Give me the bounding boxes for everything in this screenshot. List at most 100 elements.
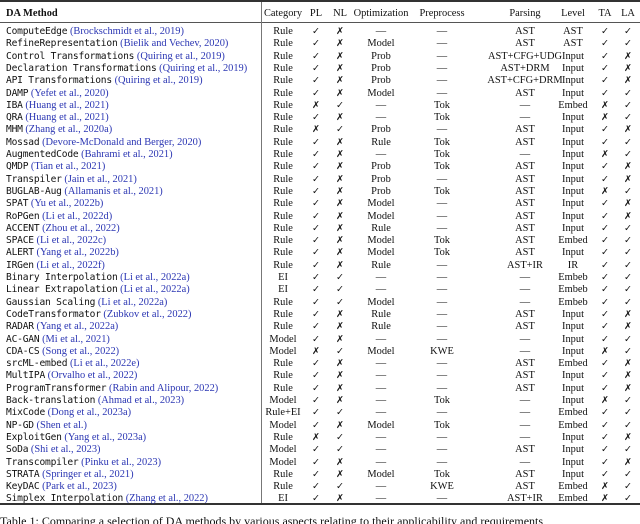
citation-link[interactable]: (Quiring et al., 2019) bbox=[159, 63, 247, 74]
preprocess-cell: — bbox=[436, 370, 448, 382]
citation-link[interactable]: (Shi et al., 2023) bbox=[31, 444, 101, 455]
level-cell: Embed bbox=[558, 358, 588, 370]
ta-cell: ✗ bbox=[601, 112, 609, 124]
nl-cell: ✗ bbox=[336, 395, 344, 406]
level-cell: Embed bbox=[558, 99, 588, 111]
citation-link[interactable]: (Springer et al., 2021) bbox=[42, 469, 133, 480]
citation-link[interactable]: (Li et al., 2022f) bbox=[37, 260, 105, 271]
level-cell: Input bbox=[562, 431, 584, 443]
citation-link[interactable]: (Tian et al., 2021) bbox=[31, 161, 105, 172]
citation-link[interactable]: (Zhou et al., 2022) bbox=[42, 223, 120, 234]
citation-link[interactable]: (Huang et al., 2021) bbox=[25, 100, 108, 111]
nl-cell: ✗ bbox=[336, 38, 344, 50]
table-row: NP-GD (Shen et al.) Model ✓ ✗ Model Tok — Embed… bbox=[0, 420, 640, 432]
nl-cell: ✗ bbox=[336, 382, 344, 394]
citation-link[interactable]: (Yefet et al., 2020) bbox=[31, 88, 109, 99]
optimization-cell: Rule bbox=[371, 259, 391, 271]
citation-link[interactable]: (Song et al., 2022) bbox=[42, 346, 119, 357]
citation-link[interactable]: (Mi et al., 2021) bbox=[42, 334, 110, 345]
citation-link[interactable]: (Rabin and Alipour, 2022) bbox=[109, 383, 218, 394]
preprocess-cell: — bbox=[436, 308, 448, 320]
citation-link[interactable]: (Dong et al., 2023a) bbox=[48, 407, 131, 418]
pl-cell: ✓ bbox=[312, 62, 320, 74]
ta-cell: ✓ bbox=[601, 50, 609, 62]
table-row: AC-GAN (Mi et al., 2021) Model ✓ ✗ — — — Input ✓… bbox=[0, 334, 640, 346]
la-cell: ✓ bbox=[624, 444, 632, 456]
citation-link[interactable]: (Shen et al.) bbox=[37, 420, 88, 431]
table-row: MultIPA (Orvalho et al., 2022) Rule ✓ ✗ — — AS… bbox=[0, 370, 640, 382]
citation-link[interactable]: (Yang et al., 2023a) bbox=[64, 432, 146, 443]
method-name: Linear Extrapolation bbox=[6, 284, 118, 296]
parsing-cell: AST bbox=[515, 222, 535, 234]
table-row: Back-translation (Ahmad et al., 2023) Mod… bbox=[0, 395, 640, 407]
method-cell: Transpiler (Jain et al., 2021) bbox=[6, 174, 137, 186]
citation-link[interactable]: (Li et al., 2022e) bbox=[70, 358, 140, 369]
citation-link[interactable]: (Zhang et al., 2022) bbox=[126, 493, 208, 504]
nl-cell: ✗ bbox=[336, 136, 344, 148]
citation-link[interactable]: (Bielik and Vechev, 2020) bbox=[120, 38, 228, 49]
nl-cell: ✗ bbox=[336, 210, 344, 222]
citation-link[interactable]: (Pinku et al., 2023) bbox=[81, 457, 161, 468]
category-cell: Rule bbox=[273, 99, 293, 111]
citation-link[interactable]: (Huang et al., 2021) bbox=[25, 112, 108, 123]
preprocess-cell: — bbox=[436, 75, 448, 87]
la-cell: ✓ bbox=[624, 149, 632, 160]
pl-cell: ✓ bbox=[312, 149, 320, 160]
citation-link[interactable]: (Quiring et al., 2019) bbox=[137, 51, 225, 62]
citation-link[interactable]: (Devore-McDonald and Berger, 2020) bbox=[42, 137, 201, 148]
citation-link[interactable]: (Li et al., 2022c) bbox=[37, 235, 107, 246]
citation-link[interactable]: (Ahmad et al., 2023) bbox=[98, 395, 184, 406]
ta-cell: ✓ bbox=[601, 173, 609, 185]
optimization-cell: Model bbox=[367, 419, 395, 431]
citation-link[interactable]: (Brockschmidt et al., 2019) bbox=[70, 26, 184, 37]
citation-link[interactable]: (Yang et al., 2022b) bbox=[37, 247, 119, 258]
parsing-cell: AST bbox=[515, 444, 535, 456]
preprocess-cell: Tok bbox=[433, 136, 451, 148]
citation-link[interactable]: (Yang et al., 2022a) bbox=[37, 321, 119, 332]
ta-cell: ✓ bbox=[601, 222, 609, 234]
method-cell: BUGLAB-Aug (Allamanis et al., 2021) bbox=[6, 186, 163, 198]
citation-link[interactable]: (Li et al., 2022a) bbox=[120, 272, 190, 283]
ta-cell: ✓ bbox=[601, 468, 609, 480]
method-name: ALERT bbox=[6, 247, 34, 259]
parsing-cell: AST+IR bbox=[507, 493, 543, 505]
parsing-cell: — bbox=[519, 296, 531, 308]
method-cell: STRATA (Springer et al., 2021) bbox=[6, 469, 134, 481]
optimization-cell: — bbox=[375, 395, 387, 406]
citation-link[interactable]: (Orvalho et al., 2022) bbox=[48, 370, 138, 381]
citation-link[interactable]: (Park et al., 2023) bbox=[42, 481, 117, 492]
citation-link[interactable]: (Quiring et al., 2019) bbox=[115, 75, 203, 86]
level-cell: Embeb bbox=[558, 296, 588, 308]
method-cell: ALERT (Yang et al., 2022b) bbox=[6, 247, 119, 259]
citation-link[interactable]: (Bahrami et al., 2021) bbox=[81, 149, 172, 160]
method-cell: Linear Extrapolation (Li et al., 2022a) bbox=[6, 284, 190, 296]
optimization-cell: Prob bbox=[371, 185, 391, 197]
ta-cell: ✓ bbox=[601, 210, 609, 222]
nl-cell: ✗ bbox=[336, 26, 344, 37]
parsing-cell: — bbox=[519, 407, 531, 419]
level-cell: Embed bbox=[558, 235, 588, 247]
citation-link[interactable]: (Zhang et al., 2020a) bbox=[25, 124, 112, 135]
preprocess-cell: — bbox=[436, 284, 448, 296]
citation-link[interactable]: (Allamanis et al., 2021) bbox=[64, 186, 162, 197]
optimization-cell: Prob bbox=[371, 124, 391, 136]
citation-link[interactable]: (Jain et al., 2021) bbox=[64, 174, 136, 185]
nl-cell: ✗ bbox=[336, 222, 344, 234]
citation-link[interactable]: (Li et al., 2022a) bbox=[98, 297, 168, 308]
citation-link[interactable]: (Li et al., 2022d) bbox=[42, 211, 112, 222]
parsing-cell: AST bbox=[515, 481, 535, 493]
citation-link[interactable]: (Zubkov et al., 2022) bbox=[103, 309, 191, 320]
nl-cell: ✗ bbox=[336, 308, 344, 320]
ta-cell: ✓ bbox=[601, 296, 609, 308]
citation-link[interactable]: (Li et al., 2022a) bbox=[120, 284, 190, 295]
optimization-cell: Model bbox=[367, 235, 395, 247]
nl-cell: ✓ bbox=[336, 345, 344, 357]
method-cell: RefineRepresentation (Bielik and Vechev,… bbox=[6, 38, 228, 50]
method-cell: MultIPA (Orvalho et al., 2022) bbox=[6, 370, 137, 382]
parsing-cell: AST bbox=[515, 235, 535, 247]
table-row: SoDa (Shi et al., 2023) Model ✓ ✓ — — AST Input… bbox=[0, 444, 640, 456]
citation-link[interactable]: (Yu et al., 2022b) bbox=[31, 198, 103, 209]
optimization-cell: Prob bbox=[371, 62, 391, 74]
nl-cell: ✓ bbox=[336, 272, 344, 283]
category-cell: Rule bbox=[273, 247, 293, 259]
